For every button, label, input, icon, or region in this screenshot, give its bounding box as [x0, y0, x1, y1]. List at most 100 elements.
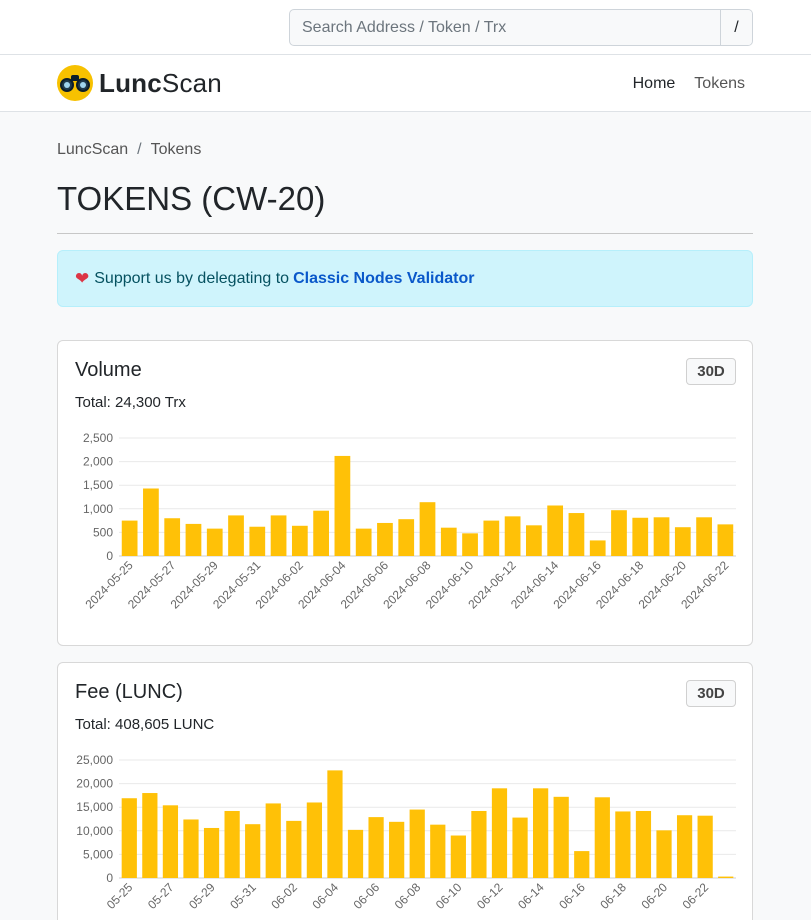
bar: [462, 533, 478, 556]
bar: [471, 810, 487, 878]
bar: [589, 540, 606, 556]
alert-text: Support us by delegating to: [94, 269, 290, 287]
bar: [162, 805, 179, 878]
bar: [491, 788, 508, 878]
bar: [121, 798, 137, 878]
y-tick-label: 1,000: [83, 502, 113, 516]
bar: [265, 803, 281, 878]
breadcrumb-separator: /: [137, 141, 142, 158]
divider: [57, 233, 753, 234]
bar: [615, 811, 631, 878]
bar: [121, 520, 138, 556]
bar: [142, 793, 158, 878]
bar: [430, 824, 446, 878]
bar: [203, 827, 220, 878]
bar: [696, 517, 712, 556]
bar: [594, 797, 610, 878]
bar: [718, 876, 734, 878]
y-tick-label: 0: [106, 871, 113, 885]
brand-name-part2: Scan: [161, 67, 222, 98]
search-shortcut-button[interactable]: /: [720, 10, 752, 45]
bar: [409, 809, 425, 878]
x-tick-label: 05-27: [145, 880, 177, 912]
bar: [206, 528, 223, 556]
bar: [674, 527, 691, 556]
bar: [553, 796, 569, 878]
bar: [334, 455, 351, 556]
bar: [398, 519, 415, 556]
x-tick-label: 05-29: [186, 880, 218, 912]
bar: [183, 819, 199, 878]
support-alert: ❤ Support us by delegating to Classic No…: [57, 250, 753, 307]
volume-bar-chart: 05001,0001,5002,0002,5002024-05-252024-0…: [82, 431, 736, 612]
nav-tokens-link[interactable]: Tokens: [694, 75, 745, 93]
bar: [568, 513, 585, 556]
bar: [313, 510, 329, 556]
bar: [450, 835, 466, 878]
nav-home-link[interactable]: Home: [633, 75, 676, 93]
fee-card: Fee (LUNC) 30D Total: 408,605 LUNC 0 5,00…: [57, 662, 753, 920]
bar: [224, 810, 240, 878]
x-tick-label: 06-22: [680, 880, 712, 912]
bar: [347, 829, 364, 878]
nav-links: Home Tokens: [633, 75, 745, 93]
bar: [286, 820, 302, 878]
bar: [419, 502, 436, 556]
binoculars-logo-icon: [57, 65, 93, 101]
bar: [611, 510, 627, 556]
bar: [632, 517, 649, 556]
breadcrumb: LuncScan / Tokens: [57, 141, 201, 159]
bar: [306, 802, 322, 878]
x-tick-label: 06-08: [392, 880, 424, 912]
brand-link[interactable]: LuncScan: [57, 65, 222, 101]
y-tick-label: 1,500: [83, 478, 113, 492]
bar: [377, 522, 393, 556]
bar: [533, 788, 549, 878]
bar: [185, 523, 202, 556]
search-input[interactable]: [290, 10, 720, 45]
bar: [676, 815, 693, 878]
y-tick-label: 2,500: [83, 431, 113, 445]
bar: [245, 824, 261, 878]
bar: [526, 525, 542, 556]
bar: [440, 527, 457, 556]
breadcrumb-root-link[interactable]: LuncScan: [57, 141, 128, 159]
heart-icon: ❤: [75, 268, 90, 288]
navbar: LuncScan Home Tokens: [0, 55, 811, 112]
x-tick-label: 06-20: [639, 880, 671, 912]
x-tick-label: 05-31: [227, 880, 259, 912]
x-tick-label: 06-10: [433, 880, 465, 912]
x-tick-label: 06-12: [474, 880, 506, 912]
bar: [143, 488, 159, 556]
top-bar: /: [0, 0, 811, 55]
bar: [249, 526, 266, 556]
y-tick-label: 5,000: [83, 847, 113, 861]
bar: [656, 830, 672, 878]
y-tick-label: 20,000: [76, 777, 113, 791]
brand-name: LuncScan: [99, 68, 222, 99]
bar: [717, 524, 734, 556]
x-tick-label: 06-18: [597, 880, 629, 912]
search-box: /: [289, 9, 753, 46]
bar: [389, 821, 405, 878]
bar: [228, 515, 244, 556]
fee-bar-chart: 05,00010,00015,00020,00025,00005-25 05-27…: [76, 753, 736, 912]
x-tick-label: 06-14: [515, 880, 547, 912]
y-tick-label: 15,000: [76, 800, 113, 814]
x-tick-label: 06-06: [351, 880, 383, 912]
bar: [164, 518, 181, 556]
bar: [327, 770, 343, 878]
bar: [697, 815, 713, 878]
bar: [270, 515, 287, 556]
x-tick-label: 06-16: [556, 880, 588, 912]
y-tick-label: 0: [106, 549, 113, 563]
bar: [355, 528, 372, 556]
bar: [635, 810, 652, 878]
breadcrumb-current: Tokens: [150, 141, 202, 158]
brand-name-part1: Lunc: [99, 67, 162, 98]
y-tick-label: 2,000: [83, 455, 113, 469]
y-tick-label: 25,000: [76, 753, 113, 767]
validator-link[interactable]: Classic Nodes Validator: [293, 270, 474, 288]
bar: [368, 817, 384, 878]
bar: [512, 817, 528, 878]
